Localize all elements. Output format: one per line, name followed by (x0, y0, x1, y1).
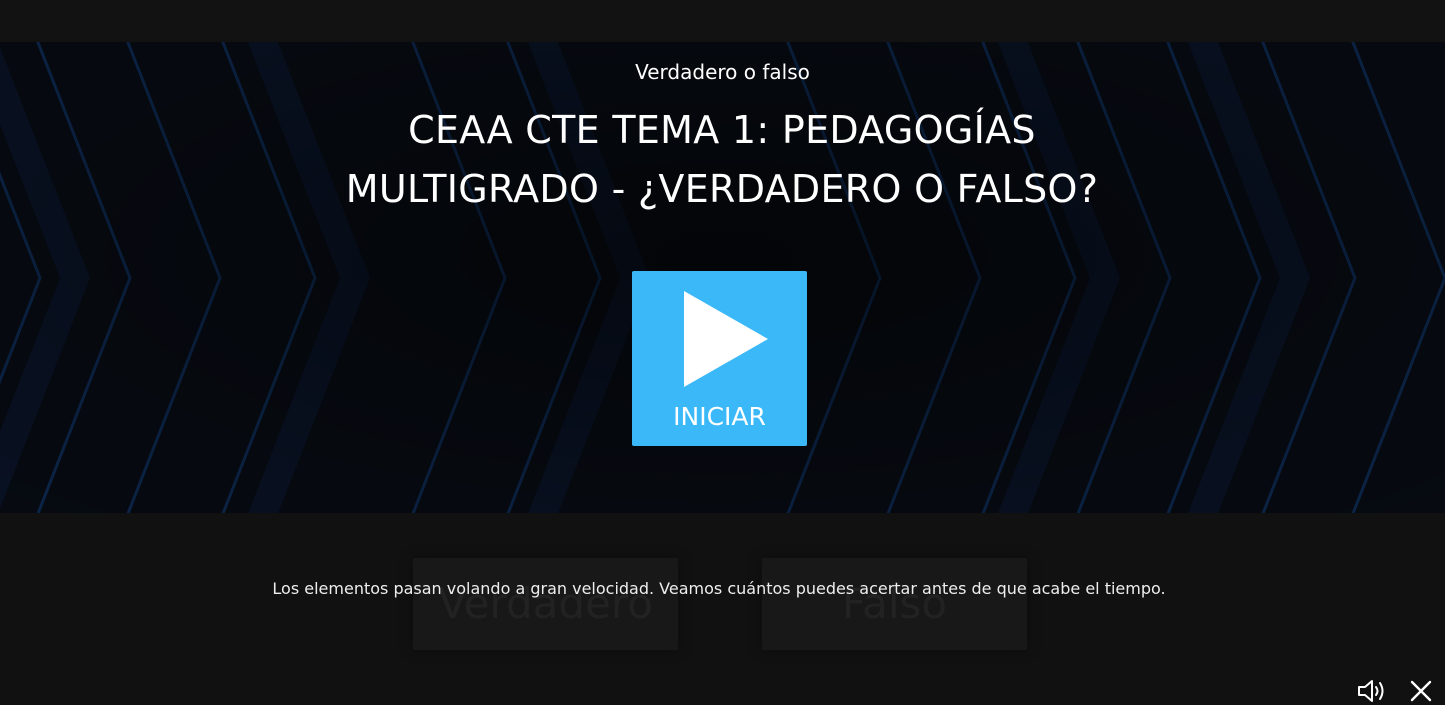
false-answer-card: Falso (762, 558, 1027, 650)
activity-type-label: Verdadero o falso (635, 60, 810, 84)
start-button[interactable]: INICIAR (632, 271, 807, 446)
activity-title-line-2: MULTIGRADO - ¿VERDADERO O FALSO? (345, 167, 1099, 211)
activity-title: CEAA CTE TEMA 1: PEDAGOGÍAS MULTIGRADO -… (322, 101, 1122, 219)
play-icon (684, 291, 768, 387)
game-stage: Verdadero o falso CEAA CTE TEMA 1: PEDAG… (0, 0, 1445, 705)
activity-title-line-1: CEAA CTE TEMA 1: PEDAGOGÍAS (408, 108, 1036, 152)
top-bar (0, 0, 1445, 42)
speaker-icon (1358, 680, 1384, 702)
close-button[interactable] (1408, 678, 1438, 704)
sound-button[interactable] (1357, 678, 1387, 704)
start-button-label: INICIAR (673, 402, 766, 431)
instructions-text: Los elementos pasan volando a gran veloc… (272, 579, 1166, 598)
true-answer-card: Verdadero (413, 558, 678, 650)
close-icon (1410, 680, 1432, 702)
